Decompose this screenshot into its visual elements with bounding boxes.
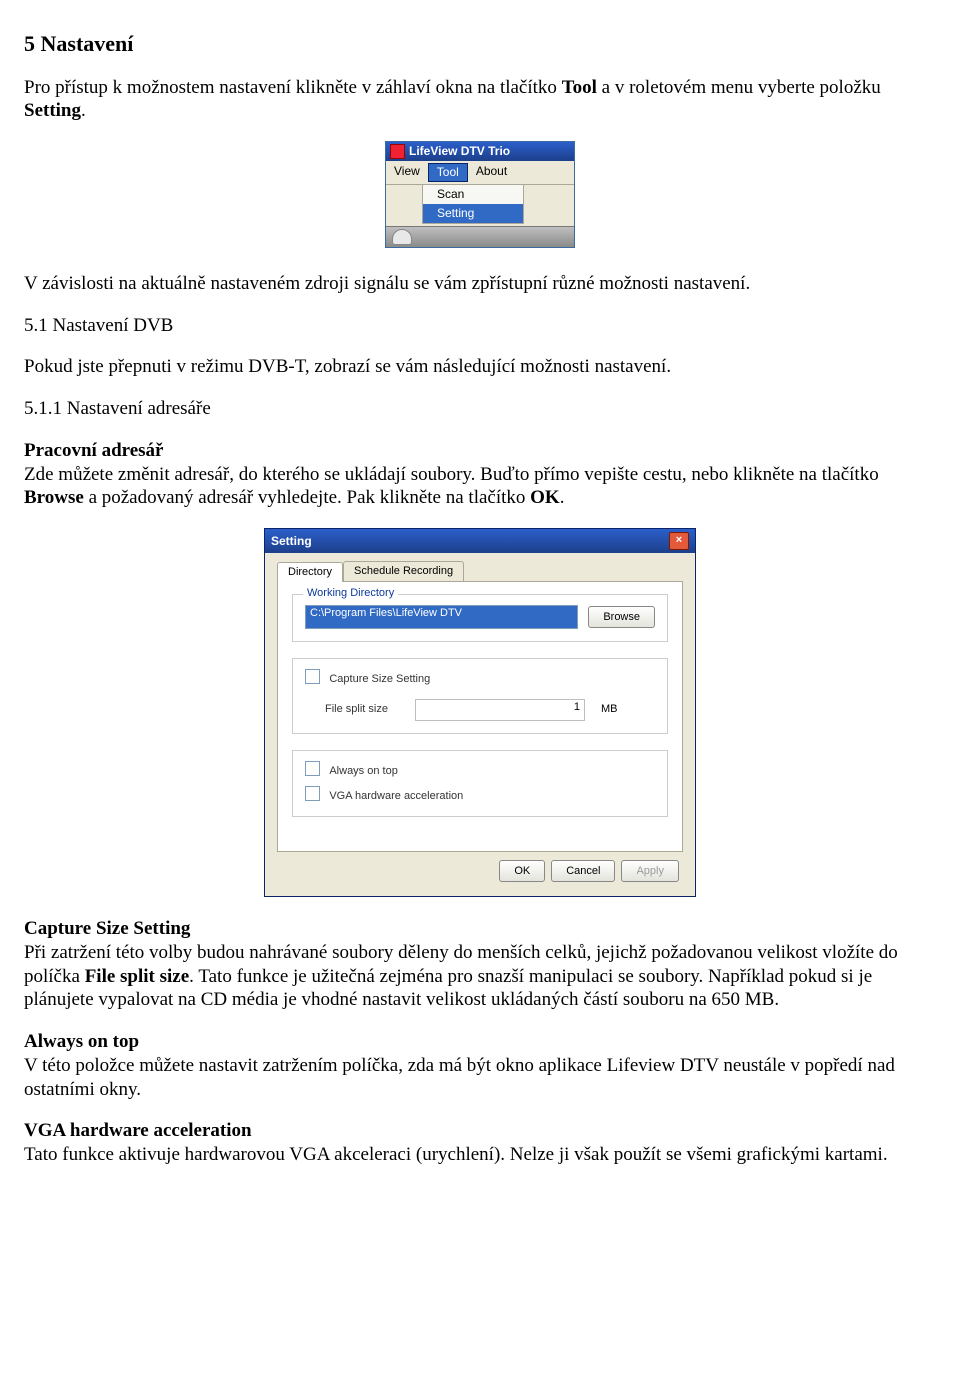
after-intro: V závislosti na aktuálně nastaveném zdro… [24, 272, 936, 296]
vga-text: Tato funkce aktivuje hardwarovou VGA akc… [24, 1144, 888, 1165]
menu-screenshot: LifeView DTV Trio View Tool About Scan S… [385, 141, 575, 248]
path-input[interactable]: C:\Program Files\LifeView DTV [305, 605, 578, 629]
group-capture-size: Capture Size Setting File split size 1 M… [292, 658, 668, 734]
vga-accel-checkbox[interactable] [305, 786, 320, 801]
apply-button[interactable]: Apply [621, 860, 679, 882]
intro-mid: a v roletovém menu vyberte položku [597, 77, 881, 98]
capture-heading: Capture Size Setting [24, 918, 190, 939]
always-on-top-label: Always on top [329, 765, 397, 777]
file-split-input[interactable]: 1 [415, 699, 585, 721]
group-options: Always on top VGA hardware acceleration [292, 750, 668, 818]
player-knob-icon [392, 229, 412, 245]
intro-paragraph: Pro přístup k možnostem nastavení klikně… [24, 76, 936, 124]
menu-bar: View Tool About [386, 161, 574, 185]
vga-paragraph: VGA hardware acceleration Tato funkce ak… [24, 1119, 936, 1167]
workdir-bold-ok: OK [530, 487, 560, 508]
always-heading: Always on top [24, 1031, 139, 1052]
always-text: V této položce můžete nastavit zatržením… [24, 1055, 895, 1100]
always-paragraph: Always on top V této položce můžete nast… [24, 1030, 936, 1101]
tab-directory[interactable]: Directory [277, 562, 343, 582]
player-strip [386, 226, 574, 247]
intro-bold-setting: Setting [24, 100, 81, 121]
menu-about[interactable]: About [468, 163, 515, 182]
submenu: Scan Setting [422, 184, 524, 224]
group-working-directory: Working Directory C:\Program Files\LifeV… [292, 594, 668, 642]
dialog-pane: Working Directory C:\Program Files\LifeV… [277, 582, 683, 852]
workdir-mid: a požadovaný adresář vyhledejte. Pak kli… [84, 487, 530, 508]
ok-button[interactable]: OK [499, 860, 545, 882]
dialog-title-text: Setting [271, 534, 312, 549]
browse-button[interactable]: Browse [588, 606, 655, 628]
mb-label: MB [601, 703, 618, 717]
intro-pre: Pro přístup k možnostem nastavení klikně… [24, 77, 562, 98]
submenu-setting[interactable]: Setting [423, 204, 523, 223]
workdir-bold-browse: Browse [24, 487, 84, 508]
dialog-tabs: Directory Schedule Recording [277, 561, 683, 582]
sub1-text: Pokud jste přepnuti v režimu DVB-T, zobr… [24, 355, 936, 379]
vga-heading: VGA hardware acceleration [24, 1120, 252, 1141]
workdir-post: . [560, 487, 565, 508]
sub11-title: 5.1.1 Nastavení adresáře [24, 397, 936, 421]
file-split-label: File split size [325, 703, 405, 717]
workdir-heading: Pracovní adresář [24, 440, 164, 461]
menu-window-title: LifeView DTV Trio [386, 142, 574, 161]
tab-schedule[interactable]: Schedule Recording [343, 561, 464, 581]
always-on-top-checkbox[interactable] [305, 761, 320, 776]
intro-bold-tool: Tool [562, 77, 597, 98]
sub1-title: 5.1 Nastavení DVB [24, 314, 936, 338]
submenu-scan[interactable]: Scan [423, 185, 523, 204]
capture-bold: File split size [85, 966, 189, 987]
workdir-pre: Zde můžete změnit adresář, do kterého se… [24, 464, 879, 485]
close-icon[interactable]: × [669, 532, 689, 550]
dialog-button-row: OK Cancel Apply [277, 852, 683, 886]
menu-tool[interactable]: Tool [428, 163, 468, 182]
cancel-button[interactable]: Cancel [551, 860, 615, 882]
intro-post: . [81, 100, 86, 121]
group-workdir-legend: Working Directory [303, 587, 398, 601]
workdir-paragraph: Pracovní adresář Zde můžete změnit adres… [24, 439, 936, 510]
menu-title-text: LifeView DTV Trio [409, 144, 510, 159]
capture-size-label: Capture Size Setting [329, 673, 430, 685]
setting-dialog: Setting × Directory Schedule Recording W… [264, 528, 696, 897]
app-icon [390, 144, 405, 159]
menu-view[interactable]: View [386, 163, 428, 182]
capture-paragraph: Capture Size Setting Při zatržení této v… [24, 917, 936, 1012]
section-title: 5 Nastavení [24, 30, 936, 58]
dialog-titlebar: Setting × [265, 529, 695, 553]
capture-size-checkbox[interactable] [305, 669, 320, 684]
vga-accel-label: VGA hardware acceleration [329, 790, 463, 802]
